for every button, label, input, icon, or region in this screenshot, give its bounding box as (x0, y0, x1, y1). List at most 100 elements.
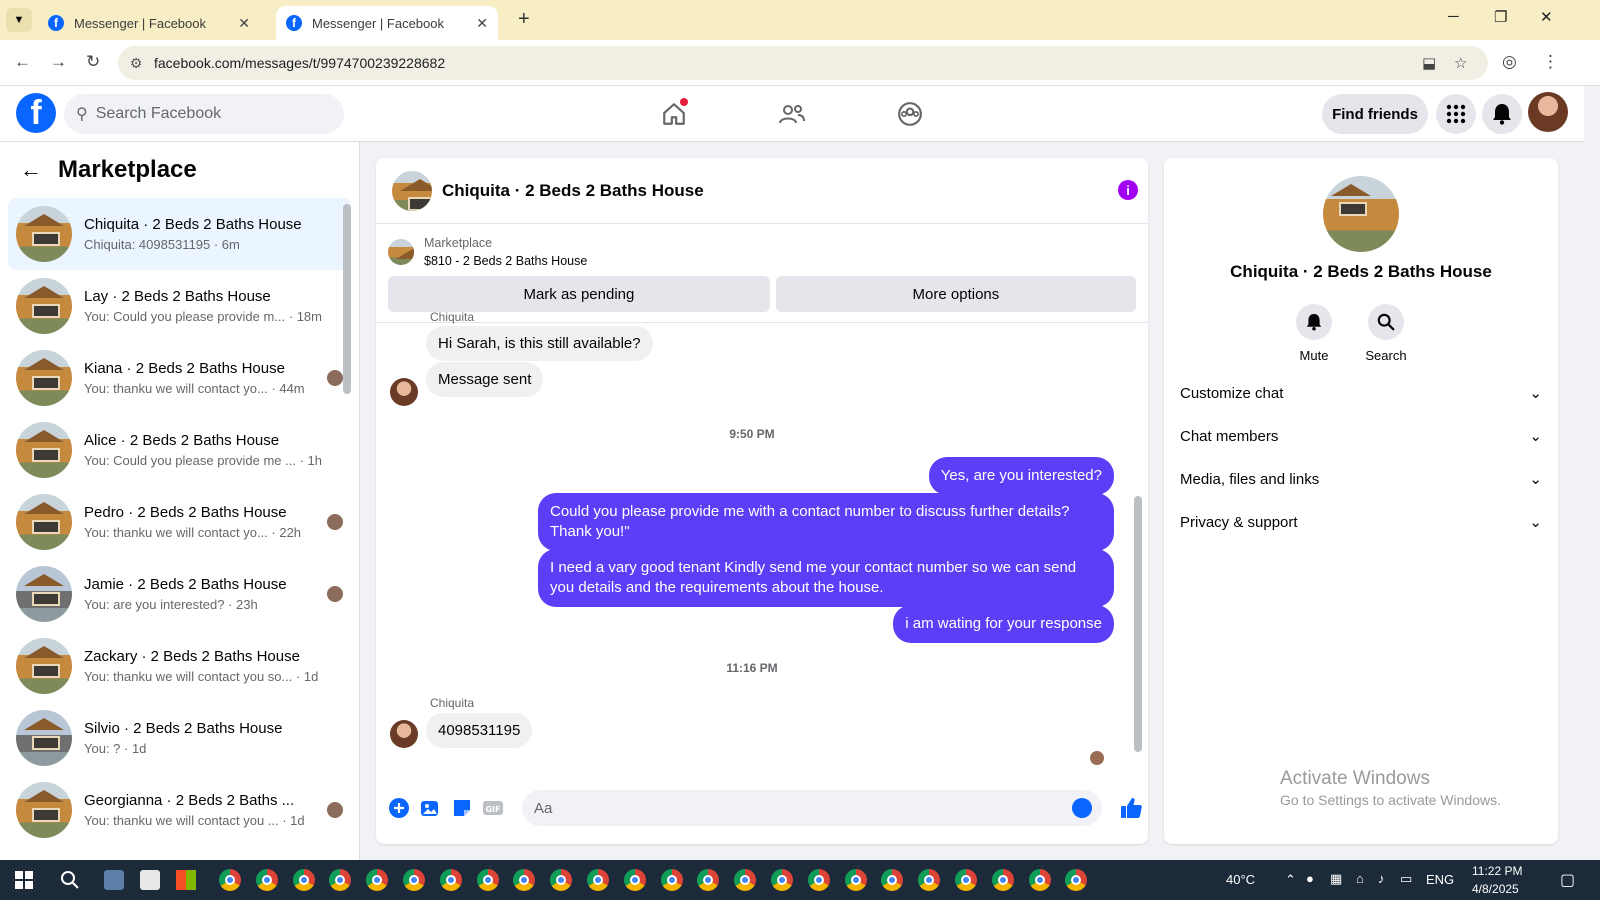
taskbar-app-2[interactable] (136, 866, 164, 894)
conversation-item[interactable]: Jamie · 2 Beds 2 Baths House You: are you… (8, 558, 351, 630)
taskbar-chrome-window[interactable] (1026, 866, 1054, 894)
add-actions-button[interactable] (384, 793, 414, 823)
taskbar-chrome-window[interactable] (805, 866, 833, 894)
gif-button[interactable]: GIF (479, 793, 509, 823)
outgoing-message[interactable]: I need a vary good tenant Kindly send me… (538, 549, 1114, 607)
tray-network-icon[interactable]: ▦ (1330, 871, 1342, 887)
taskbar-chrome-window[interactable] (510, 866, 538, 894)
taskbar-chrome-window[interactable] (290, 866, 318, 894)
contact-avatar[interactable] (1323, 176, 1399, 252)
sticker-button[interactable] (447, 793, 477, 823)
chat-scrollbar[interactable] (1134, 496, 1142, 752)
incoming-message[interactable]: 4098531195 (426, 713, 533, 748)
forward-arrow-icon[interactable]: → (50, 52, 67, 72)
marketplace-listing[interactable]: Marketplace $810 - 2 Beds 2 Baths House (376, 224, 1148, 270)
mark-as-pending-button[interactable]: Mark as pending (388, 276, 770, 312)
incoming-message[interactable]: Hi Sarah, is this still available? (426, 326, 653, 361)
chat-title[interactable]: Chiquita · 2 Beds 2 Baths House (442, 181, 704, 201)
language-indicator[interactable]: ENG (1426, 872, 1454, 887)
message-input[interactable] (534, 799, 1054, 817)
search-action[interactable]: Search (1356, 304, 1416, 363)
taskbar-chrome-window[interactable] (694, 866, 722, 894)
sender-avatar[interactable] (390, 378, 418, 406)
mute-action[interactable]: Mute (1284, 304, 1344, 363)
taskbar-search[interactable] (56, 866, 84, 894)
install-app-icon[interactable]: ⬓ (1422, 54, 1436, 72)
emoji-icon[interactable] (1072, 798, 1093, 818)
like-button[interactable] (1116, 793, 1146, 823)
home-nav[interactable] (654, 98, 694, 130)
conversation-item[interactable]: Pedro · 2 Beds 2 Baths House You: thanku … (8, 486, 351, 558)
taskbar-chrome-window[interactable] (1062, 866, 1090, 894)
friends-nav[interactable] (772, 98, 812, 130)
chat-avatar[interactable] (392, 170, 432, 211)
chevron-up-icon[interactable]: ⌃ (1285, 872, 1296, 888)
info-icon[interactable]: i (1118, 180, 1138, 200)
taskbar-app-1[interactable] (100, 866, 128, 894)
more-options-button[interactable]: More options (775, 276, 1136, 312)
conversation-item[interactable]: Alice · 2 Beds 2 Baths House You: Could y… (8, 414, 351, 486)
conversation-item[interactable]: Zackary · 2 Beds 2 Baths House You: thank… (8, 630, 351, 702)
conversation-item[interactable]: Kiana · 2 Beds 2 Baths House You: thanku … (8, 342, 351, 414)
clock-time[interactable]: 11:22 PM (1472, 864, 1522, 878)
site-info-icon[interactable]: ⚙ (118, 55, 154, 72)
taskbar-chrome-window[interactable] (915, 866, 943, 894)
taskbar-chrome-window[interactable] (731, 866, 759, 894)
tray-app-icon[interactable]: ● (1306, 871, 1314, 886)
volume-icon[interactable]: ♪ (1378, 871, 1385, 886)
incoming-message[interactable]: Message sent (426, 362, 544, 397)
search-input[interactable] (95, 105, 316, 123)
taskbar-chrome-window[interactable] (584, 866, 612, 894)
notifications-button[interactable] (1482, 94, 1522, 134)
back-arrow-icon[interactable]: ← (14, 52, 31, 72)
customize-chat-section[interactable]: Customize chat ⌄ (1180, 373, 1542, 413)
minimize-icon[interactable]: ─ (1448, 8, 1459, 25)
taskbar-app-3[interactable] (172, 866, 200, 894)
facebook-logo-icon[interactable]: f (16, 93, 56, 133)
close-tab-icon[interactable]: ✕ (476, 15, 488, 32)
taskbar-chrome-window[interactable] (658, 866, 686, 894)
taskbar-chrome-window[interactable] (989, 866, 1017, 894)
sender-avatar[interactable] (390, 720, 418, 748)
clock-date[interactable]: 4/8/2025 (1472, 882, 1519, 896)
media-files-links-section[interactable]: Media, files and links ⌄ (1180, 459, 1542, 499)
window-close-icon[interactable]: ✕ (1540, 8, 1553, 26)
tray-device-icon[interactable]: ⌂ (1356, 871, 1364, 886)
page-scrollbar[interactable] (1584, 86, 1600, 860)
browser-tab-2-active[interactable]: f Messenger | Facebook ✕ (276, 6, 498, 40)
taskbar-chrome-window[interactable] (547, 866, 575, 894)
conversation-item[interactable]: Chiquita · 2 Beds 2 Baths House Chiquita:… (8, 198, 351, 270)
taskbar-chrome-window[interactable] (621, 866, 649, 894)
tab-search-dropdown[interactable]: ▼ (6, 8, 32, 32)
groups-nav[interactable] (890, 98, 930, 130)
restore-icon[interactable]: ❐ (1494, 8, 1507, 26)
url-field[interactable]: ⚙ facebook.com/messages/t/99747002392286… (118, 46, 1488, 80)
chat-members-section[interactable]: Chat members ⌄ (1180, 416, 1542, 456)
wifi-icon[interactable]: ▭ (1400, 871, 1412, 887)
privacy-support-section[interactable]: Privacy & support ⌄ (1180, 502, 1542, 542)
taskbar-chrome-window[interactable] (952, 866, 980, 894)
taskbar-chrome-window[interactable] (878, 866, 906, 894)
close-tab-icon[interactable]: ✕ (238, 15, 250, 32)
account-avatar[interactable] (1528, 92, 1568, 132)
taskbar-chrome-window[interactable] (842, 866, 870, 894)
attach-photo-button[interactable] (416, 793, 446, 823)
taskbar-chrome-window[interactable] (326, 866, 354, 894)
outgoing-message[interactable]: Yes, are you interested? (928, 457, 1114, 495)
start-button[interactable] (10, 866, 38, 894)
taskbar-chrome-window[interactable] (437, 866, 465, 894)
taskbar-chrome-window[interactable] (474, 866, 502, 894)
notification-center-icon[interactable]: ▢ (1560, 870, 1575, 890)
sidebar-scrollbar[interactable] (343, 204, 351, 394)
taskbar-chrome-window[interactable] (400, 866, 428, 894)
taskbar-chrome-window[interactable] (363, 866, 391, 894)
taskbar-chrome-window[interactable] (253, 866, 281, 894)
facebook-search[interactable]: ⚲ (64, 94, 344, 134)
outgoing-message[interactable]: i am wating for your response (893, 605, 1114, 643)
weather-text[interactable]: 40°C (1226, 872, 1255, 887)
profile-icon[interactable]: ◎ (1502, 52, 1517, 72)
taskbar-chrome-window[interactable] (768, 866, 796, 894)
conversation-item[interactable]: Silvio · 2 Beds 2 Baths House You: ? · 1d (8, 702, 351, 774)
taskbar-chrome-window[interactable] (216, 866, 244, 894)
browser-tab-1[interactable]: f Messenger | Facebook ✕ (38, 6, 260, 40)
